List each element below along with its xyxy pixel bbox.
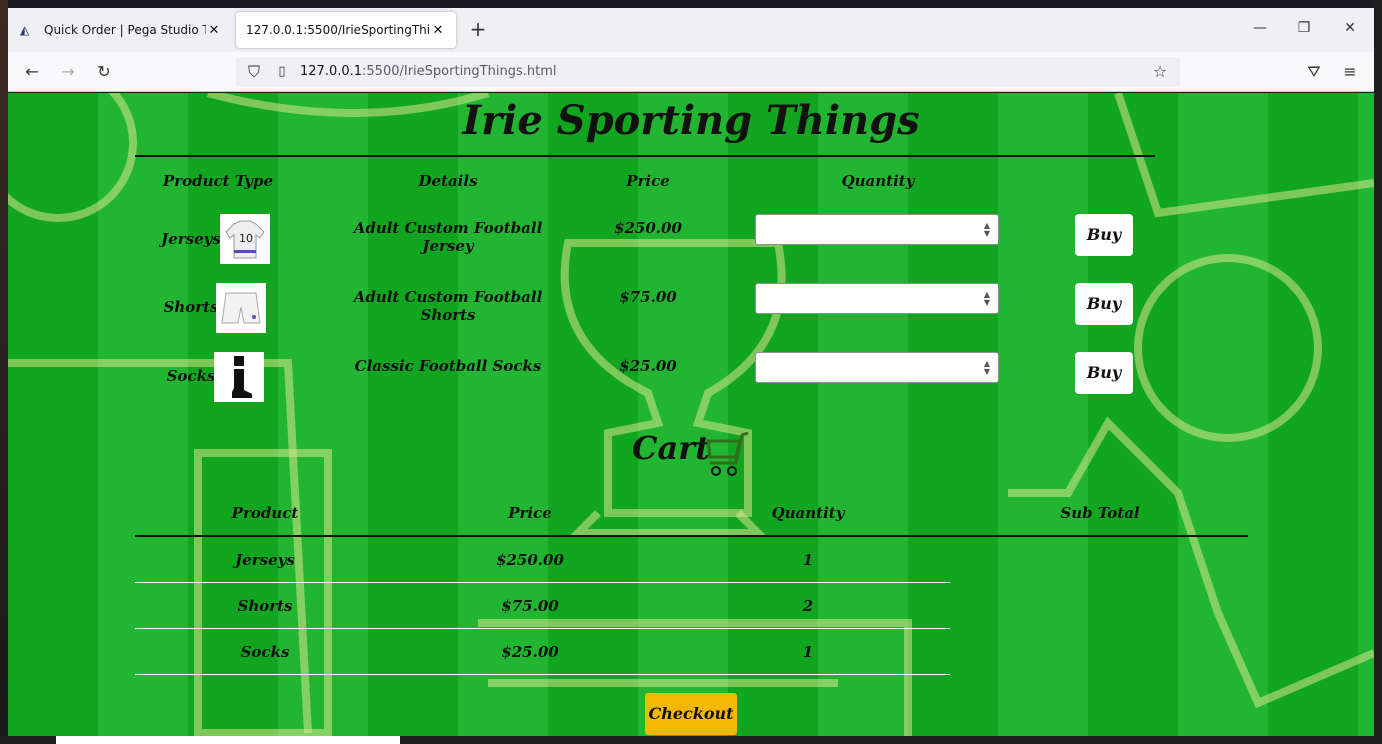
svg-text:10: 10: [239, 232, 253, 245]
cart-header-product: Product: [231, 504, 299, 522]
close-tab-icon[interactable]: ✕: [206, 23, 222, 38]
buy-button-socks[interactable]: Buy: [1075, 352, 1133, 394]
pega-favicon-icon: ◭: [20, 23, 30, 37]
new-tab-icon[interactable]: +: [468, 19, 488, 40]
cart-price-socks: $25.00: [501, 643, 559, 661]
cart-header-subtotal: Sub Total: [1060, 504, 1140, 522]
url-host: 127.0.0.1: [300, 64, 363, 79]
cart-quantity-shorts: 2: [802, 597, 814, 615]
cart-product-socks: Socks: [240, 643, 290, 661]
reload-icon[interactable]: ↻: [94, 62, 114, 82]
checkout-button[interactable]: Checkout: [645, 693, 737, 735]
cart-product-shorts: Shorts: [237, 597, 293, 615]
cart-row-divider: [135, 674, 950, 675]
url-text[interactable]: 127.0.0.1:5500/IrieSportingThings.html: [300, 64, 556, 79]
navigation-bar: ← → ↻ ⛉ ▯ 127.0.0.1:5500/IrieSportingThi…: [8, 52, 1374, 92]
tab-quick-order[interactable]: ◭ Quick Order | Pega Studio Traini ✕: [10, 12, 232, 48]
stepper-icon[interactable]: ▲ ▼: [984, 360, 990, 376]
cart-header-divider: [135, 535, 1248, 537]
cart-product-jerseys: Jerseys: [235, 551, 295, 569]
product-price-shorts: $75.00: [619, 288, 677, 306]
product-price-socks: $25.00: [619, 357, 677, 375]
cart-quantity-socks: 1: [802, 643, 814, 661]
tab-title: Quick Order | Pega Studio Traini: [44, 23, 206, 37]
stepper-icon[interactable]: ▲ ▼: [984, 222, 990, 238]
back-icon[interactable]: ←: [22, 62, 42, 82]
product-type-jerseys: Jerseys: [161, 230, 221, 248]
quantity-input-socks[interactable]: ▲ ▼: [755, 352, 999, 383]
product-details-socks: Classic Football Socks: [354, 357, 542, 375]
forward-icon[interactable]: →: [58, 62, 78, 82]
header-price: Price: [626, 172, 670, 190]
buy-button-shorts[interactable]: Buy: [1075, 283, 1133, 325]
page-content: Irie Sporting Things Product Type Detail…: [8, 93, 1374, 736]
header-details: Details: [418, 172, 478, 190]
minimize-icon[interactable]: —: [1250, 20, 1270, 40]
cart-row-divider: [135, 582, 950, 583]
close-window-icon[interactable]: ✕: [1340, 20, 1360, 40]
header-quantity: Quantity: [841, 172, 915, 190]
taskbar-window-preview: [56, 736, 400, 744]
address-bar[interactable]: ⛉ ▯ 127.0.0.1:5500/IrieSportingThings.ht…: [236, 57, 1180, 87]
restore-icon[interactable]: ❐: [1294, 20, 1314, 40]
shorts-image: [216, 283, 266, 333]
cart-header-price: Price: [508, 504, 552, 522]
pocket-icon[interactable]: ⛛: [1304, 62, 1324, 82]
cart-price-jerseys: $250.00: [496, 551, 564, 569]
desktop-edge: [0, 0, 8, 744]
menu-icon[interactable]: ≡: [1340, 62, 1360, 82]
header-product-type: Product Type: [162, 172, 274, 190]
quantity-input-jersey[interactable]: ▲ ▼: [755, 214, 999, 245]
product-type-shorts: Shorts: [163, 298, 219, 316]
product-price-jersey: $250.00: [614, 219, 682, 237]
jersey-image: 10: [220, 214, 270, 264]
cart-quantity-jerseys: 1: [802, 551, 814, 569]
title-divider: [135, 155, 1155, 157]
cart-title: Cart: [632, 429, 710, 467]
product-details-shorts: Adult Custom Football Shorts: [353, 288, 543, 324]
page-title: Irie Sporting Things: [462, 97, 920, 144]
url-path: :5500/IrieSportingThings.html: [362, 64, 557, 79]
cart-header-quantity: Quantity: [771, 504, 845, 522]
cart-price-shorts: $75.00: [501, 597, 559, 615]
cart-row-divider: [135, 628, 950, 629]
stepper-icon[interactable]: ▲ ▼: [984, 291, 990, 307]
socks-image: [214, 352, 264, 402]
quantity-input-shorts[interactable]: ▲ ▼: [755, 283, 999, 314]
tab-title: 127.0.0.1:5500/IrieSportingThings.ht: [246, 23, 430, 37]
page-icon: ▯: [278, 64, 286, 79]
window-top-strip: [8, 0, 1374, 8]
shield-icon[interactable]: ⛉: [244, 62, 264, 82]
product-details-jersey: Adult Custom Football Jersey: [353, 219, 543, 255]
close-tab-icon[interactable]: ✕: [430, 23, 446, 38]
buy-button-jersey[interactable]: Buy: [1075, 214, 1133, 256]
tab-bar: ◭ Quick Order | Pega Studio Traini ✕ 127…: [8, 8, 1374, 52]
star-icon[interactable]: ☆: [1150, 62, 1170, 82]
tab-irie-sporting[interactable]: 127.0.0.1:5500/IrieSportingThings.ht ✕: [236, 12, 456, 48]
